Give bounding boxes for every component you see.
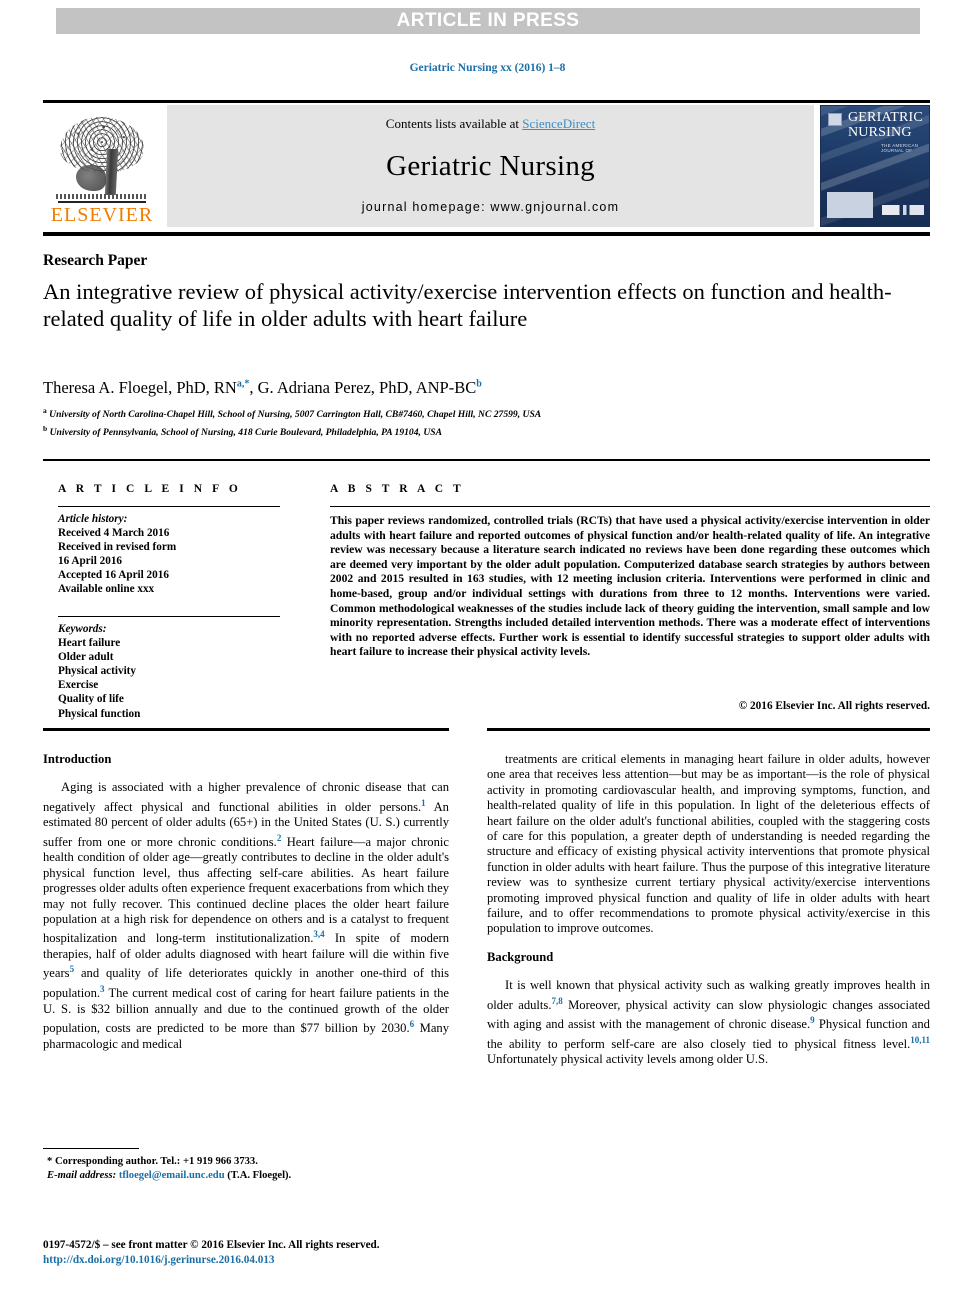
keyword-item: Quality of life xyxy=(58,693,124,706)
body-right-top-rule xyxy=(487,728,930,731)
keywords-block: Keywords: Heart failure Older adult Phys… xyxy=(58,622,288,721)
cover-title: GERIATRIC NURSING xyxy=(848,110,926,140)
background-paragraph: It is well known that physical activity … xyxy=(487,978,930,1067)
abstract-heading: A B S T R A C T xyxy=(330,483,465,495)
article-in-press-label: ARTICLE IN PRESS xyxy=(396,10,580,31)
abstract-text: This paper reviews randomized, controlle… xyxy=(330,514,930,659)
journal-masthead: ELSEVIER Contents lists available at Sci… xyxy=(43,105,930,227)
keyword-item: Heart failure xyxy=(58,637,121,650)
history-item: Available online xxx xyxy=(58,583,155,596)
journal-title: Geriatric Nursing xyxy=(386,149,595,182)
info-section-top-rule xyxy=(43,459,930,461)
cover-white-block xyxy=(827,192,873,218)
body-column-left: Introduction Aging is associated with a … xyxy=(43,752,449,1052)
article-history-rule xyxy=(58,506,280,508)
contents-lists-line: Contents lists available at ScienceDirec… xyxy=(386,116,595,132)
journal-citation-line: Geriatric Nursing xx (2016) 1–8 xyxy=(409,62,566,74)
footer-copyright-block: 0197-4572/$ – see front matter © 2016 El… xyxy=(43,1238,513,1268)
affiliation-b: b University of Pennsylvania, School of … xyxy=(43,423,442,438)
elsevier-logo: ELSEVIER xyxy=(43,105,161,227)
keyword-item: Physical function xyxy=(58,707,141,720)
cover-logos-strip xyxy=(882,205,924,215)
keyword-item: Exercise xyxy=(58,679,99,692)
history-item: Accepted 16 April 2016 xyxy=(58,569,169,582)
masthead-bottom-rule xyxy=(43,232,930,236)
keyword-item: Older adult xyxy=(58,651,114,664)
affiliation-list: a University of North Carolina-Chapel Hi… xyxy=(43,404,923,439)
body-left-top-rule xyxy=(43,728,449,731)
corresponding-author-note: * Corresponding author. Tel.: +1 919 966… xyxy=(47,1156,258,1167)
keyword-item: Physical activity xyxy=(58,665,136,678)
email-note: E-mail address: tfloegel@email.unc.edu (… xyxy=(47,1169,467,1183)
cover-title-line2: NURSING xyxy=(848,125,912,140)
history-item: 16 April 2016 xyxy=(58,555,123,568)
author-list: Theresa A. Floegel, PhD, RNa,*, G. Adria… xyxy=(43,378,482,397)
introduction-paragraph: Aging is associated with a higher preval… xyxy=(43,780,449,1051)
cover-badge-icon xyxy=(828,113,842,126)
cover-title-line1: GERIATRIC xyxy=(848,110,923,125)
abstract-rule xyxy=(330,506,930,508)
article-info-heading: A R T I C L E I N F O xyxy=(58,483,242,495)
email-owner: (T.A. Floegel). xyxy=(227,1170,292,1181)
footnote-separator-rule xyxy=(43,1148,139,1150)
sciencedirect-link[interactable]: ScienceDirect xyxy=(522,116,595,131)
affiliation-a: a University of North Carolina-Chapel Hi… xyxy=(43,406,542,421)
article-history-label: Article history: xyxy=(58,513,128,525)
contents-prefix: Contents lists available at xyxy=(385,116,523,131)
email-link[interactable]: tfloegel@email.unc.edu xyxy=(119,1170,225,1181)
abstract-copyright: © 2016 Elsevier Inc. All rights reserved… xyxy=(738,700,930,712)
doi-link[interactable]: http://dx.doi.org/10.1016/j.gerinurse.20… xyxy=(43,1254,275,1266)
body-column-right: treatments are critical elements in mana… xyxy=(487,752,930,1068)
article-in-press-banner: ARTICLE IN PRESS xyxy=(56,8,920,34)
elsevier-tree-icon xyxy=(54,115,150,203)
cover-subtitle: THE AMERICAN JOURNAL OF xyxy=(881,143,919,153)
footnote-block: * Corresponding author. Tel.: +1 919 966… xyxy=(47,1155,467,1183)
journal-cover-thumbnail: GERIATRIC NURSING THE AMERICAN JOURNAL O… xyxy=(820,105,930,227)
introduction-paragraph-continued: treatments are critical elements in mana… xyxy=(487,752,930,936)
page-title: An integrative review of physical activi… xyxy=(43,279,892,331)
article-type-label: Research Paper xyxy=(43,252,148,269)
keywords-label: Keywords: xyxy=(58,623,107,635)
history-item: Received 4 March 2016 xyxy=(58,527,170,540)
issn-front-matter-line: 0197-4572/$ – see front matter © 2016 El… xyxy=(43,1239,380,1251)
journal-homepage-line[interactable]: journal homepage: www.gnjournal.com xyxy=(362,200,619,214)
elsevier-wordmark: ELSEVIER xyxy=(50,204,154,226)
affiliation-a-text: University of North Carolina-Chapel Hill… xyxy=(49,409,542,421)
article-history-block: Article history: Received 4 March 2016 R… xyxy=(58,512,288,597)
email-address-label: E-mail address: xyxy=(47,1170,117,1181)
keywords-rule xyxy=(58,616,280,618)
masthead-center-panel: Contents lists available at ScienceDirec… xyxy=(167,105,814,227)
background-heading: Background xyxy=(487,949,554,964)
history-item: Received in revised form xyxy=(58,541,177,554)
affiliation-b-text: University of Pennsylvania, School of Nu… xyxy=(49,426,442,438)
introduction-heading: Introduction xyxy=(43,752,112,766)
masthead-top-rule xyxy=(43,100,930,103)
